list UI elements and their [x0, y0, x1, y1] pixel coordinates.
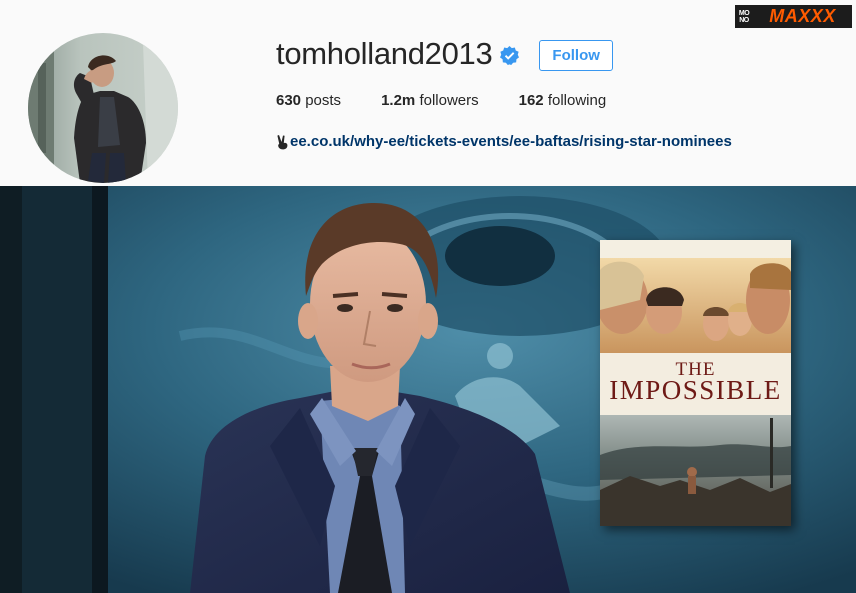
profile-avatar[interactable] — [28, 33, 178, 183]
verified-badge-icon — [500, 46, 520, 65]
watermark-mono-bottom: NO — [739, 16, 749, 24]
followers-stat[interactable]: 1.2m followers — [381, 92, 479, 109]
posts-stat: 630 posts — [276, 92, 341, 109]
watermark-mono: MO NO — [735, 5, 753, 28]
watermark-logo: MO NO MAXXX — [735, 5, 852, 28]
watermark-mono-top: MO — [738, 9, 750, 17]
website-url[interactable]: ee.co.uk/why-ee/tickets-events/ee-baftas… — [290, 133, 732, 150]
posts-count: 630 — [276, 92, 302, 109]
profile-header: tomholland2013 Follow 630 posts 1.2m fol… — [0, 0, 856, 186]
poster-title-line2: IMPOSSIBLE — [609, 375, 782, 405]
movie-poster: THE IMPOSSIBLE — [600, 240, 791, 526]
followers-count: 1.2m — [381, 92, 416, 109]
following-stat[interactable]: 162 following — [519, 92, 607, 109]
following-label: following — [547, 92, 607, 109]
username-row: tomholland2013 Follow — [276, 32, 613, 76]
following-count: 162 — [518, 92, 544, 109]
followers-label: followers — [419, 92, 479, 109]
victory-hand-icon — [277, 134, 288, 149]
username: tomholland2013 — [276, 36, 493, 71]
profile-website-link[interactable]: ee.co.uk/why-ee/tickets-events/ee-baftas… — [276, 133, 732, 150]
posts-label: posts — [305, 92, 342, 109]
follow-button[interactable]: Follow — [539, 39, 613, 71]
watermark-brand: MAXXX — [753, 5, 852, 28]
profile-stats: 630 posts 1.2m followers 162 following — [276, 92, 646, 109]
avatar-photo — [28, 33, 178, 183]
